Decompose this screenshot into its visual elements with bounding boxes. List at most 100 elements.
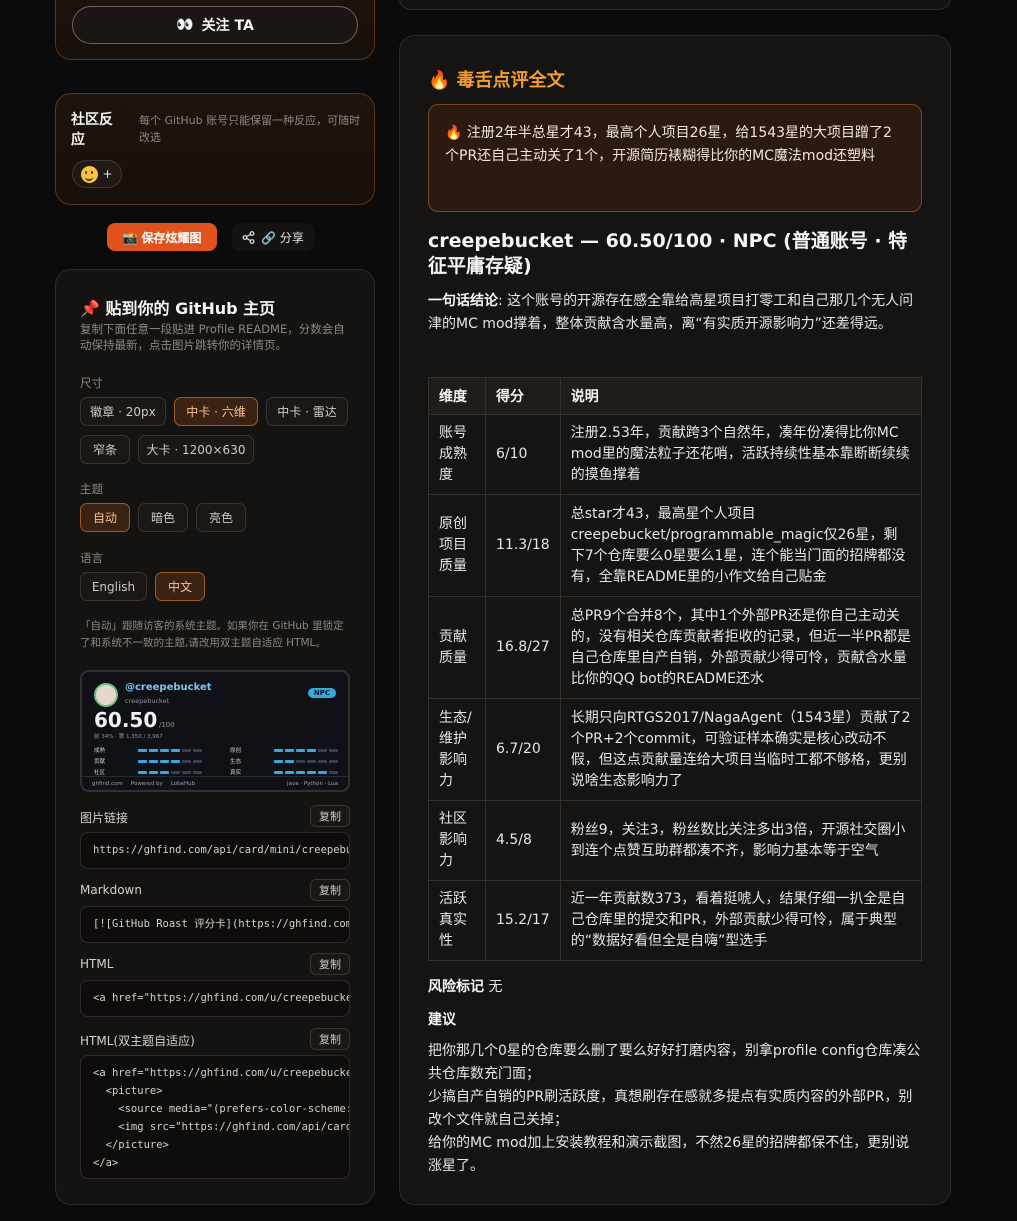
cell-note: 粉丝9，关注3，粉丝数比关注多出3倍，开源社交圈小到连个点赞互助群都凑不齐，影响…	[559, 800, 923, 881]
copy-markdown-button[interactable]: 复制	[310, 879, 350, 901]
verdict-label: 一句话结论	[428, 293, 498, 309]
copy-html-dual-button[interactable]: 复制	[310, 1028, 350, 1050]
card-footer-powered: Powered by	[130, 780, 163, 787]
html-dual-label: HTML(双主题自适应)	[80, 1034, 195, 1048]
card-footer-brand: LobeHub	[170, 780, 196, 787]
verdict-text: : 这个账号的开源存在感全靠给高星项目打零工和自己那几个无人问津的MC mod撑…	[428, 293, 914, 332]
theme-option-light[interactable]: 亮色	[196, 503, 246, 532]
card-dimension-bars	[138, 748, 202, 752]
card-footer-site: ghfind.com	[92, 780, 123, 787]
cell-score: 11.3/18	[485, 494, 561, 597]
card-dimension-label: 真实	[230, 770, 242, 776]
reaction-title: 社区反应	[71, 112, 113, 148]
card-dimension-row: 社区	[94, 768, 202, 776]
suggestions-list: 把你那几个0星的仓库要么删了要么好好打磨内容，别拿profile config仓…	[428, 1040, 922, 1178]
cell-score: 4.5/8	[485, 800, 561, 881]
follow-label: 关注 TA	[201, 18, 254, 34]
size-option-strip[interactable]: 窄条	[80, 435, 130, 464]
size-label: 尺寸	[80, 376, 103, 390]
table-row: 账号成熟度 6/10 注册2.53年，贡献跨3个自然年，凑年份凑得比你MC mod里…	[428, 414, 923, 495]
theme-option-dark[interactable]: 暗色	[138, 503, 188, 532]
theme-option-auto[interactable]: 自动	[80, 503, 130, 532]
table-header-dimension: 维度	[428, 377, 486, 415]
cell-note: 近一年贡献数373，看着挺唬人，结果仔细一扒全是自己仓库里的提交和PR，外部贡献…	[559, 880, 923, 961]
size-option-radar[interactable]: 中卡 · 雷达	[266, 397, 348, 426]
share-label: 🔗 分享	[261, 230, 304, 245]
card-dimension-bars	[274, 759, 338, 763]
cell-dimension: 生态/维护影响力	[428, 698, 486, 801]
card-dimension-row: 原创	[230, 746, 338, 754]
card-dimension-bars	[274, 770, 338, 774]
card-dimension-label: 贡献	[94, 759, 106, 765]
card-score: 60.50	[94, 708, 158, 732]
theme-label: 主题	[80, 482, 103, 496]
language-option-chinese[interactable]: 中文	[155, 572, 205, 601]
roast-title: creepebucket — 60.50/100 · NPC (普通账号 · 特…	[428, 230, 908, 277]
suggestion-item: 少搞自产自销的PR刷活跃度，真想刷存在感就多提点有实质内容的外部PR，别改个文件…	[428, 1089, 913, 1128]
suggestion-item: 把你那几个0星的仓库要么删了要么好好打磨内容，别拿profile config仓…	[428, 1043, 921, 1082]
share-icon	[242, 230, 255, 244]
previous-section-panel	[399, 0, 951, 10]
card-preview[interactable]: @creepebucket creepebucket NPC 60.50 /10…	[80, 670, 350, 792]
size-option-hexa[interactable]: 中卡 · 六维	[174, 397, 258, 426]
cell-dimension: 活跃真实性	[428, 880, 486, 961]
cell-note: 注册2.53年，贡献跨3个自然年，凑年份凑得比你MC mod里的魔法粒子还花哨，…	[559, 414, 923, 495]
size-option-large[interactable]: 大卡 · 1200×630	[138, 435, 254, 464]
roast-heading: 🔥 毒舌点评全文	[428, 70, 565, 91]
table-header-score: 得分	[485, 377, 561, 415]
score-table: 维度 得分 说明 账号成熟度 6/10 注册2.53年，贡献跨3个自然年，凑年份凑得…	[428, 377, 923, 961]
save-image-label: 📸 保存炫耀图	[122, 230, 202, 245]
cell-score: 6.7/20	[485, 698, 561, 801]
suggestions-title: 建议	[428, 1012, 456, 1028]
risk-label: 风险标记	[428, 979, 484, 995]
card-dimension-row: 贡献	[94, 757, 202, 765]
card-score-max: /100	[159, 721, 175, 729]
risk-value: 无	[488, 979, 503, 995]
markdown-field[interactable]: [![GitHub Roast 评分卡](https://ghfind.com/…	[80, 906, 350, 943]
eyes-icon: 👀	[176, 17, 194, 33]
card-dimension-bars	[274, 748, 338, 752]
add-reaction-plus: +	[102, 167, 113, 181]
html-field[interactable]: <a href="https://ghfind.com/u/creepebuck…	[80, 980, 350, 1017]
markdown-label: Markdown	[80, 883, 142, 897]
table-row: 生态/维护影响力 6.7/20 长期只向RTGS2017/NagaAgent（154…	[428, 698, 923, 801]
cell-dimension: 账号成熟度	[428, 414, 486, 495]
theme-note: 「自动」跟随访客的系统主题。如果你在 GitHub 里锁定了和系统不一致的主题,…	[80, 620, 344, 649]
language-option-english[interactable]: English	[80, 572, 147, 601]
suggestion-item: 给你的MC mod加上安装教程和演示截图，不然26星的招牌都保不住，更别说涨星了…	[428, 1135, 910, 1174]
cell-dimension: 社区影响力	[428, 800, 486, 881]
risk-flag: 风险标记 无	[428, 976, 502, 996]
verdict: 一句话结论: 这个账号的开源存在感全靠给高星项目打零工和自己那几个无人问津的MC…	[428, 290, 922, 336]
cell-score: 15.2/17	[485, 880, 561, 961]
html-dual-field[interactable]: <a href="https://ghfind.com/u/creepebuck…	[80, 1055, 350, 1179]
save-image-button[interactable]: 📸 保存炫耀图	[107, 223, 217, 251]
card-username: creepebucket	[125, 697, 170, 705]
smile-icon	[81, 165, 99, 183]
card-dimension-label: 成熟	[94, 748, 106, 754]
card-dimension-bars	[138, 770, 202, 774]
add-reaction-button[interactable]: +	[72, 160, 122, 188]
card-footer: ghfind.com Powered by LobeHub Java · Pyt…	[82, 776, 348, 790]
size-option-badge[interactable]: 徽章 · 20px	[80, 397, 166, 426]
share-button[interactable]: 🔗 分享	[232, 223, 314, 251]
card-footer-langs: Java · Python · Lua	[287, 780, 338, 787]
follow-button[interactable]: 👀 关注 TA	[72, 6, 358, 44]
card-rank: 前 34% · 第 1,350 / 3,967	[94, 734, 163, 740]
copy-image-link-button[interactable]: 复制	[310, 805, 350, 827]
card-handle: @creepebucket	[125, 682, 212, 693]
embed-title: 📌 贴到你的 GitHub 主页	[80, 299, 276, 318]
language-label: 语言	[80, 551, 103, 565]
html-label: HTML	[80, 957, 114, 971]
copy-html-button[interactable]: 复制	[310, 953, 350, 975]
card-dimension-label: 原创	[230, 748, 242, 754]
card-dimension-row: 成熟	[94, 746, 202, 754]
cell-score: 16.8/27	[485, 596, 561, 699]
image-link-field[interactable]: https://ghfind.com/api/card/mini/creepeb…	[80, 832, 350, 869]
cell-note: 长期只向RTGS2017/NagaAgent（1543星）贡献了2个PR+2个c…	[559, 698, 923, 801]
cell-score: 6/10	[485, 414, 561, 495]
embed-description: 复制下面任意一段贴进 Profile README，分数会自动保持最新，点击图片…	[80, 322, 345, 352]
card-dimension-label: 社区	[94, 770, 106, 776]
reaction-hint: 每个 GitHub 账号只能保留一种反应，可随时改选	[139, 114, 361, 144]
table-row: 社区影响力 4.5/8 粉丝9，关注3，粉丝数比关注多出3倍，开源社交圈小到连个点赞…	[428, 800, 923, 881]
cell-dimension: 原创项目质量	[428, 494, 486, 597]
